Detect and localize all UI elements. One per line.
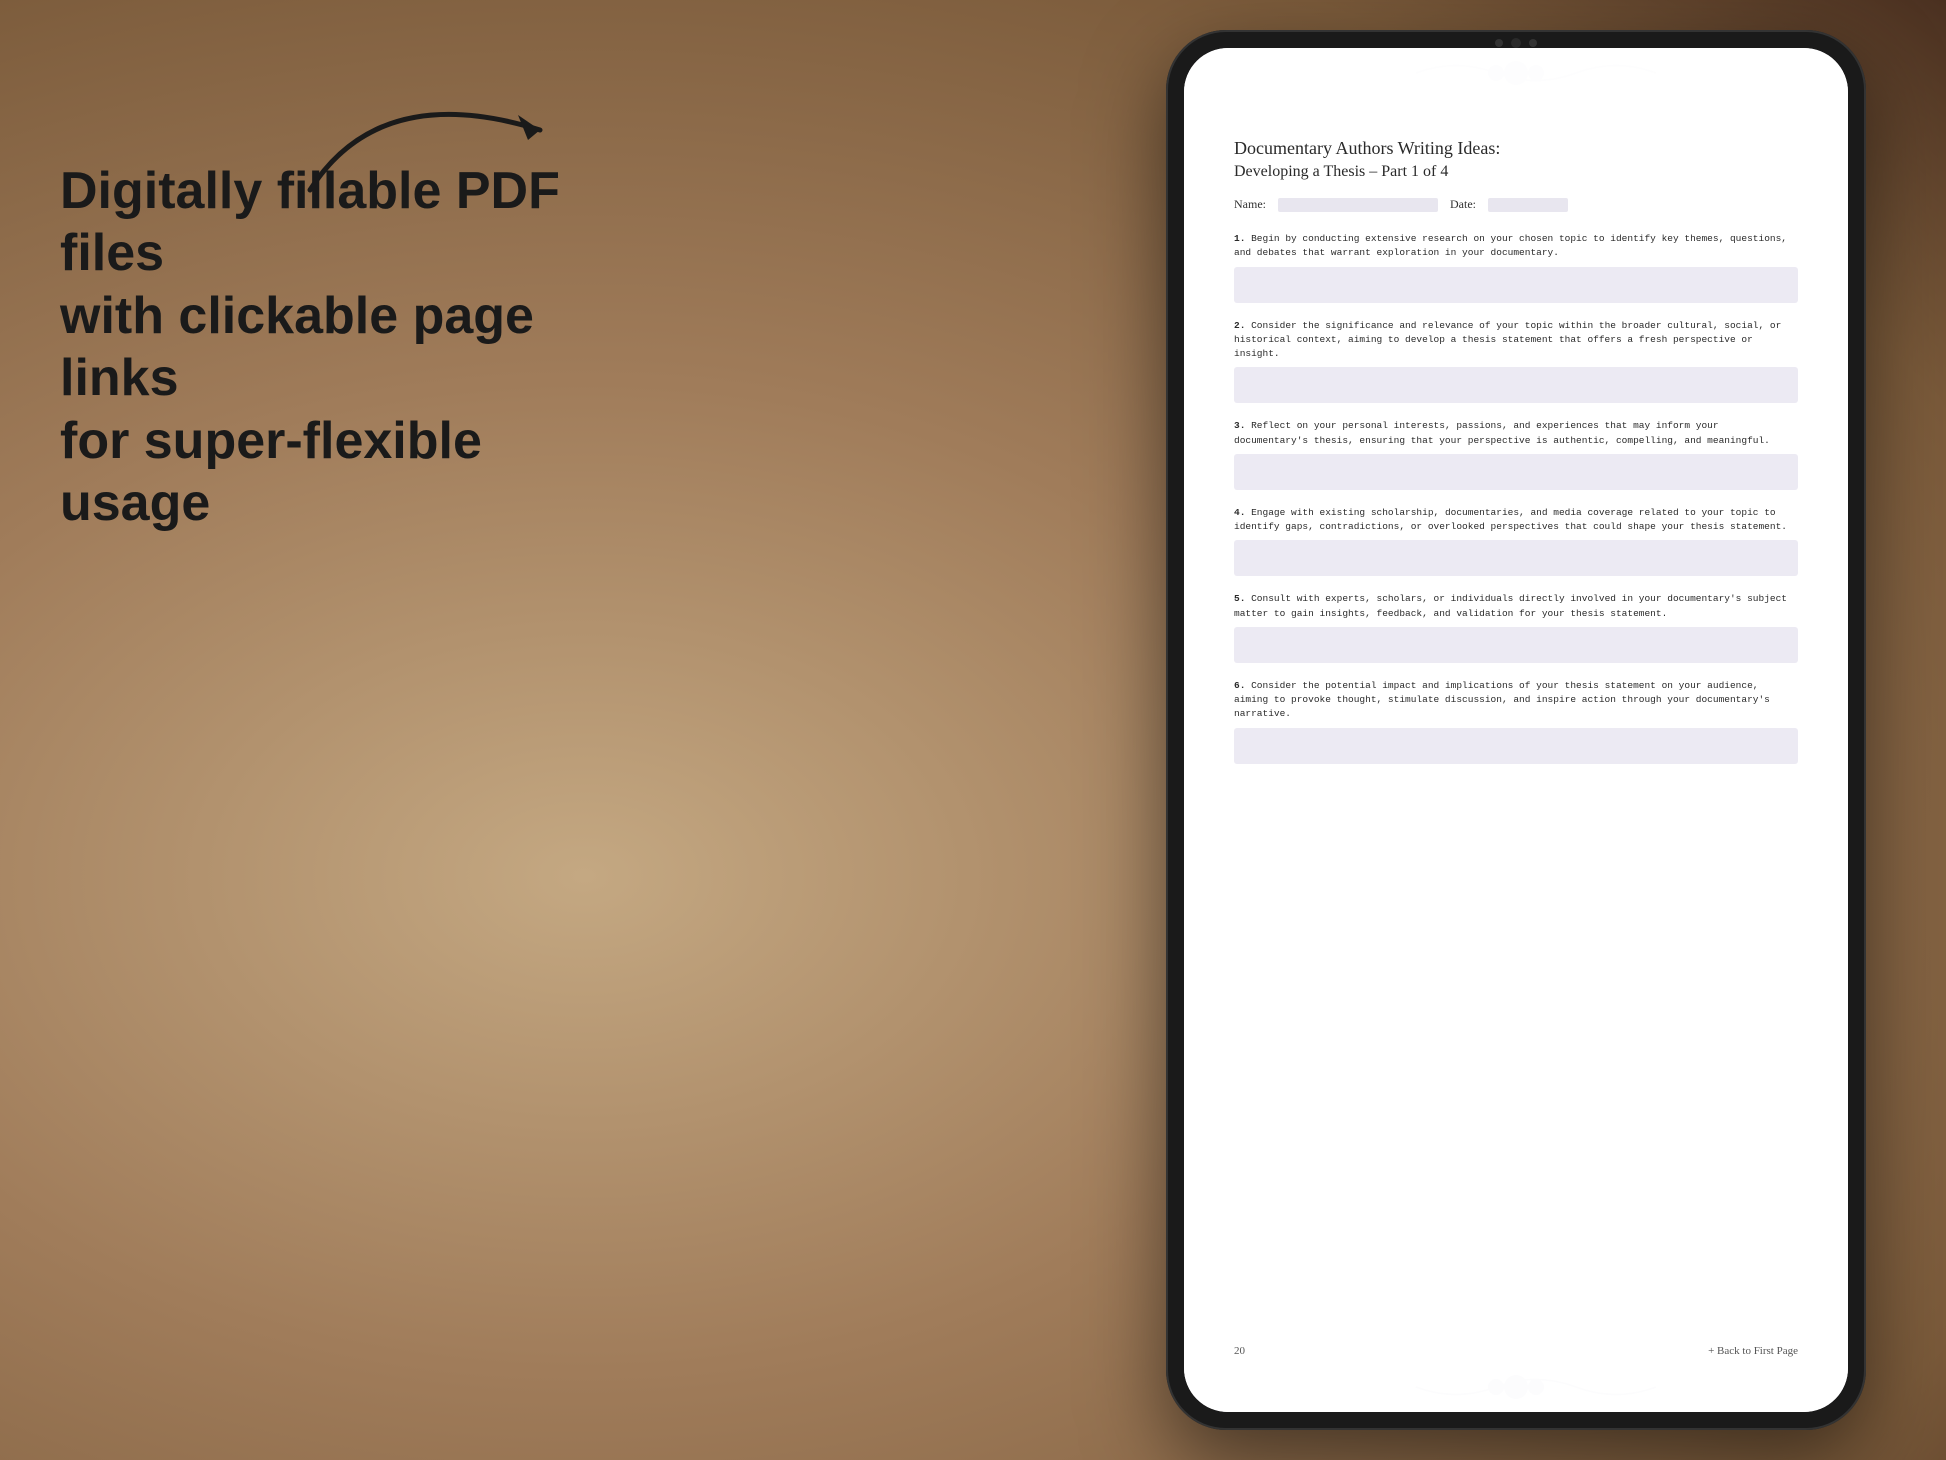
pdf-input-6[interactable] — [1234, 728, 1798, 764]
pdf-item-2-text: 2. Consider the significance and relevan… — [1234, 319, 1798, 362]
pdf-item-3-text: 3. Reflect on your personal interests, p… — [1234, 419, 1798, 448]
pdf-input-4[interactable] — [1234, 540, 1798, 576]
pdf-item-4: 4. Engage with existing scholarship, doc… — [1234, 506, 1798, 577]
pdf-input-3[interactable] — [1234, 454, 1798, 490]
pdf-name-date-row: Name: Date: — [1234, 197, 1798, 212]
left-panel: Digitally fillable PDF fileswith clickab… — [60, 160, 560, 534]
marketing-text: Digitally fillable PDF fileswith clickab… — [60, 160, 560, 534]
tablet-camera — [1495, 38, 1537, 48]
pdf-item-4-text: 4. Engage with existing scholarship, doc… — [1234, 506, 1798, 535]
pdf-input-5[interactable] — [1234, 627, 1798, 663]
pdf-item-5-text: 5. Consult with experts, scholars, or in… — [1234, 592, 1798, 621]
pdf-item-1: 1. Begin by conducting extensive researc… — [1234, 232, 1798, 303]
pdf-header-decoration — [1184, 48, 1848, 98]
name-input-field[interactable] — [1278, 198, 1438, 212]
pdf-item-5: 5. Consult with experts, scholars, or in… — [1234, 592, 1798, 663]
pdf-input-1[interactable] — [1234, 267, 1798, 303]
tablet: Documentary Authors Writing Ideas: Devel… — [1166, 30, 1866, 1430]
camera-dot-left — [1495, 39, 1503, 47]
pdf-item-6-text: 6. Consider the potential impact and imp… — [1234, 679, 1798, 722]
pdf-item-6: 6. Consider the potential impact and imp… — [1234, 679, 1798, 764]
pdf-title: Documentary Authors Writing Ideas: — [1234, 138, 1798, 159]
pdf-item-3: 3. Reflect on your personal interests, p… — [1234, 419, 1798, 490]
pdf-item-1-text: 1. Begin by conducting extensive researc… — [1234, 232, 1798, 261]
date-label: Date: — [1450, 197, 1476, 212]
pdf-document: Documentary Authors Writing Ideas: Devel… — [1184, 48, 1848, 1412]
pdf-title-section: Documentary Authors Writing Ideas: Devel… — [1234, 138, 1798, 181]
pdf-footer-decoration — [1184, 1362, 1848, 1412]
back-to-first-link[interactable]: + Back to First Page — [1708, 1345, 1798, 1357]
pdf-input-2[interactable] — [1234, 367, 1798, 403]
camera-dot-center — [1511, 38, 1521, 48]
date-input-field[interactable] — [1488, 198, 1568, 212]
page-number: 20 — [1234, 1345, 1245, 1357]
pdf-item-2: 2. Consider the significance and relevan… — [1234, 319, 1798, 404]
pdf-page-footer: 20 + Back to First Page — [1234, 1345, 1798, 1357]
tablet-body: Documentary Authors Writing Ideas: Devel… — [1166, 30, 1866, 1430]
camera-dot-right — [1529, 39, 1537, 47]
pdf-subtitle: Developing a Thesis – Part 1 of 4 — [1234, 163, 1798, 181]
tablet-screen: Documentary Authors Writing Ideas: Devel… — [1184, 48, 1848, 1412]
name-label: Name: — [1234, 197, 1266, 212]
